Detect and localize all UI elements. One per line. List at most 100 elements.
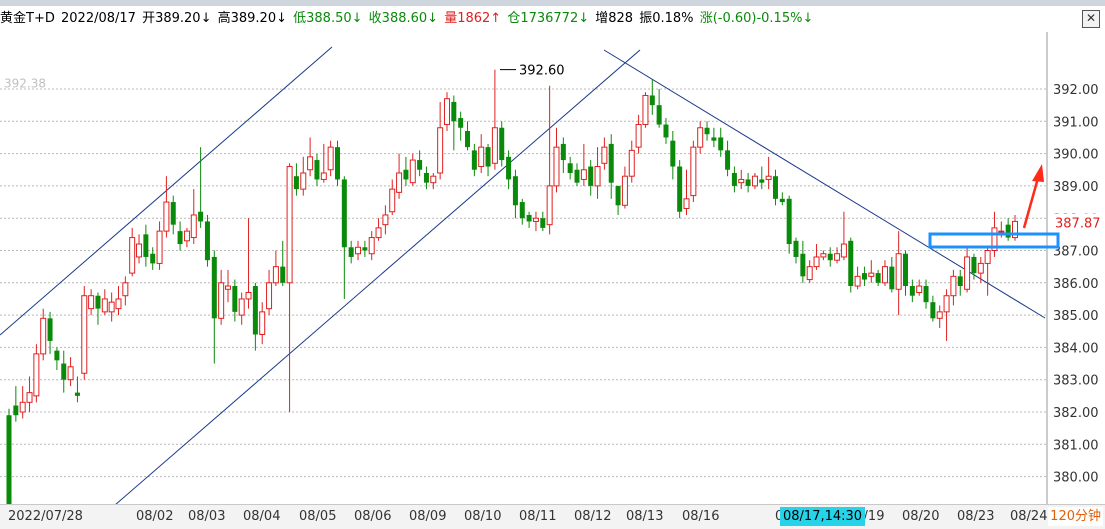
y-tick-label: 391.00 xyxy=(1053,115,1099,130)
x-tick-label: 2022/07/28 xyxy=(8,509,83,524)
candle-body xyxy=(362,247,368,251)
candle-body xyxy=(971,256,977,274)
candle-body xyxy=(300,172,307,190)
y-tick-label: 385.00 xyxy=(1053,309,1099,324)
candle-body xyxy=(465,130,471,148)
candle-body xyxy=(998,230,1005,233)
candle-body xyxy=(670,140,676,167)
x-tick-label: 08/04 xyxy=(243,509,281,524)
candle-body xyxy=(451,101,457,122)
candle-body xyxy=(485,147,491,167)
y-tick-label: 386.00 xyxy=(1053,277,1099,292)
candle-body xyxy=(26,392,33,403)
x-tick-label: 08/10 xyxy=(464,509,502,524)
arrow-head xyxy=(1032,164,1044,182)
x-tick-label: 08/05 xyxy=(299,509,337,524)
candle-body xyxy=(683,198,690,210)
candle-body xyxy=(286,166,293,284)
candle-body xyxy=(615,185,621,206)
candles xyxy=(6,69,1018,504)
price-axis: 379.00380.00381.00382.00383.00384.00385.… xyxy=(4,77,1105,504)
candle-body xyxy=(718,137,724,151)
candle-body xyxy=(649,95,655,106)
candle-body xyxy=(382,214,389,226)
candle-body xyxy=(478,146,485,168)
candle-body xyxy=(74,392,80,396)
candle-body xyxy=(875,273,881,283)
candle-body xyxy=(635,124,642,148)
x-tick-label: 08/23 xyxy=(957,509,995,524)
candle-body xyxy=(943,295,950,313)
candle-body xyxy=(540,218,546,228)
y-tick-label: 389.00 xyxy=(1053,180,1099,195)
candle-body xyxy=(526,214,532,222)
candle-body xyxy=(293,176,299,190)
candle-body xyxy=(430,175,437,184)
quote-date: 2022/08/17 xyxy=(61,11,136,26)
candle-body xyxy=(745,179,751,186)
candle-body xyxy=(889,266,895,290)
arrow-shaft xyxy=(1022,177,1040,229)
candle-body xyxy=(759,179,765,183)
date-axis: 2022/07/28 08/02 08/03 08/04 08/05 08/06 08/09… xyxy=(0,504,1105,529)
candle-body xyxy=(820,253,827,258)
y-tick-label: 380.00 xyxy=(1053,471,1099,486)
candle-body xyxy=(211,256,217,319)
close-icon[interactable]: ✕ xyxy=(1082,10,1100,28)
candle-body xyxy=(54,350,60,361)
candle-body xyxy=(437,127,444,174)
candle-body xyxy=(677,166,683,212)
candle-body xyxy=(143,234,149,257)
candle-body xyxy=(224,285,231,290)
candle-body xyxy=(115,298,122,310)
candle-body xyxy=(307,156,314,171)
candle-body xyxy=(190,214,197,239)
candle-body xyxy=(895,253,902,290)
candle-body xyxy=(183,230,190,242)
candle-body xyxy=(334,147,340,180)
symbol-label: 黄金T+D xyxy=(0,11,55,26)
candle-body xyxy=(88,295,95,310)
amplitude-value: 振0.18% xyxy=(639,11,694,26)
candle-body xyxy=(854,275,861,287)
y-tick-label: 381.00 xyxy=(1053,438,1099,453)
candle-body xyxy=(108,301,115,313)
cursor-date-label: 08/17,14:30 xyxy=(780,507,866,526)
candle-body xyxy=(964,256,971,290)
candle-body xyxy=(594,166,601,187)
candle-body xyxy=(389,188,396,213)
candle-body xyxy=(245,291,252,300)
candle-body xyxy=(608,143,614,183)
candle-body xyxy=(868,272,875,277)
candle-body xyxy=(409,159,416,184)
y-tick-label: 382.00 xyxy=(1053,406,1099,421)
candle-body xyxy=(61,363,67,380)
candle-body xyxy=(280,266,286,283)
candle-body xyxy=(499,127,505,161)
candle-body xyxy=(751,175,758,187)
candlestick-chart[interactable]: 379.00380.00381.00382.00383.00384.00385.… xyxy=(0,32,1105,504)
candle-body xyxy=(704,127,710,135)
candle-body xyxy=(848,240,854,287)
candle-body xyxy=(403,169,409,180)
candle-body xyxy=(19,401,26,413)
candle-body xyxy=(621,175,628,206)
candle-body xyxy=(806,266,813,281)
candle-body xyxy=(33,353,40,397)
x-tick-label: 08/20 xyxy=(902,509,940,524)
candle-body xyxy=(81,295,88,374)
y-tick-label: 390.00 xyxy=(1053,148,1099,163)
candle-body xyxy=(738,178,745,184)
high-annotation-label: 392.60 xyxy=(519,64,565,79)
period-selector[interactable]: 120分钟 xyxy=(1048,507,1103,526)
candle-body xyxy=(800,253,806,277)
x-tick-label: 08/13 xyxy=(626,509,664,524)
candle-body xyxy=(731,172,737,186)
candle-body xyxy=(368,237,375,255)
candle-body xyxy=(903,253,909,287)
candle-body xyxy=(580,169,587,180)
toolbar-strip xyxy=(0,0,1105,6)
candle-body xyxy=(259,311,266,335)
candle-body xyxy=(923,286,929,303)
candle-body xyxy=(101,298,108,313)
